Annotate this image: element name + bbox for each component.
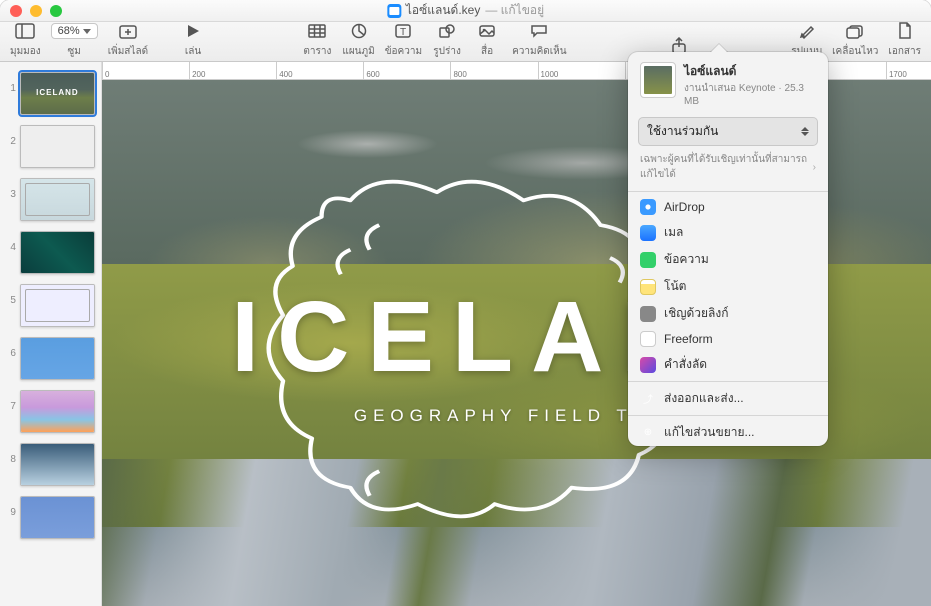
shape-button[interactable]: รูปร่าง: [428, 20, 466, 59]
table-button[interactable]: ตาราง: [298, 20, 336, 59]
thumbnail-3[interactable]: 3: [0, 178, 101, 221]
svg-text:T: T: [400, 27, 406, 38]
text-button[interactable]: T ข้อความ: [381, 20, 426, 59]
thumbnail-5[interactable]: 5: [0, 284, 101, 327]
thumbnail-7[interactable]: 7: [0, 390, 101, 433]
export-icon: ⤴: [640, 391, 656, 407]
thumbnail-2[interactable]: 2: [0, 125, 101, 168]
thumbnail-6[interactable]: 6: [0, 337, 101, 380]
keynote-icon: [387, 4, 401, 18]
play-button[interactable]: เล่น: [170, 20, 216, 59]
share-mail[interactable]: เมล: [628, 219, 828, 246]
mail-icon: [640, 225, 656, 241]
view-button[interactable]: มุมมอง: [6, 20, 45, 59]
thumbnail-1[interactable]: 1 ICELAND: [0, 72, 101, 115]
add-slide-button[interactable]: เพิ่มสไลด์: [104, 20, 152, 59]
chevron-right-icon: ›: [813, 162, 816, 173]
extension-icon: ⊕: [640, 425, 656, 441]
zoom-window-button[interactable]: [50, 5, 62, 17]
zoom-select[interactable]: 68% ซูม: [47, 20, 102, 59]
document-thumbnail-icon: [640, 62, 676, 98]
share-popover: ไอซ์แลนด์ งานนำเสนอ Keynote · 25.3 MB ใช…: [628, 52, 828, 446]
share-freeform[interactable]: Freeform: [628, 327, 828, 351]
share-mode-select[interactable]: ใช้งานร่วมกัน: [638, 117, 818, 146]
zoom-value: 68%: [51, 23, 98, 39]
window-controls: [0, 5, 62, 17]
slide-navigator[interactable]: 1 ICELAND 2 3 4 5 6 7 8 9: [0, 62, 102, 606]
share-doc-name: ไอซ์แลนด์: [684, 62, 816, 81]
share-header: ไอซ์แลนด์ งานนำเสนอ Keynote · 25.3 MB: [628, 52, 828, 115]
thumbnail-4[interactable]: 4: [0, 231, 101, 274]
edit-status: — แก้ไขอยู่: [485, 1, 544, 20]
share-shortcuts[interactable]: คำสั่งลัด: [628, 351, 828, 378]
document-button[interactable]: เอกสาร: [884, 20, 925, 59]
comment-button[interactable]: ความคิดเห็น: [508, 20, 571, 59]
chart-button[interactable]: แผนภูมิ: [338, 20, 378, 59]
minimize-window-button[interactable]: [30, 5, 42, 17]
close-window-button[interactable]: [10, 5, 22, 17]
share-export[interactable]: ⤴ส่งออกและส่ง...: [628, 385, 828, 412]
airdrop-icon: [640, 199, 656, 215]
share-airdrop[interactable]: AirDrop: [628, 195, 828, 219]
thumbnail-9[interactable]: 9: [0, 496, 101, 539]
share-permission-note[interactable]: เฉพาะผู้คนที่ได้รับเชิญเท่านั้นที่สามารถ…: [628, 152, 828, 188]
share-notes[interactable]: โน้ต: [628, 273, 828, 300]
animate-button[interactable]: เคลื่อนไหว: [828, 20, 882, 59]
window-title: ไอซ์แลนด์.key — แก้ไขอยู่: [387, 1, 544, 20]
titlebar: ไอซ์แลนด์.key — แก้ไขอยู่: [0, 0, 931, 22]
share-edit-extensions[interactable]: ⊕แก้ไขส่วนขยาย...: [628, 419, 828, 446]
link-icon: [640, 306, 656, 322]
chevron-up-down-icon: [801, 127, 809, 136]
freeform-icon: [640, 331, 656, 347]
thumbnail-8[interactable]: 8: [0, 443, 101, 486]
messages-icon: [640, 252, 656, 268]
notes-icon: [640, 279, 656, 295]
filename: ไอซ์แลนด์.key: [406, 1, 480, 20]
shortcuts-icon: [640, 357, 656, 373]
media-button[interactable]: สื่อ: [468, 20, 506, 59]
share-invite-link[interactable]: เชิญด้วยลิงก์: [628, 300, 828, 327]
share-messages[interactable]: ข้อความ: [628, 246, 828, 273]
